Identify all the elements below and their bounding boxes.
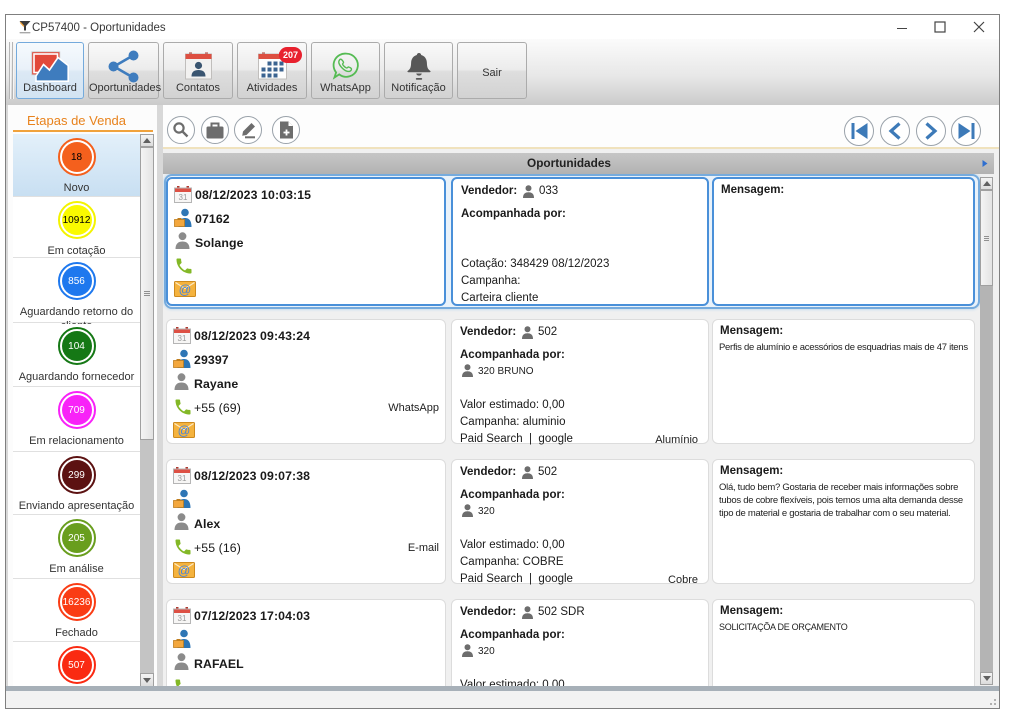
- svg-text:@: @: [178, 424, 191, 438]
- svg-text:@: @: [179, 283, 192, 297]
- svg-text:31: 31: [179, 193, 188, 202]
- svg-text:31: 31: [178, 474, 187, 483]
- svg-text:31: 31: [178, 334, 187, 343]
- svg-text:@: @: [178, 564, 191, 578]
- svg-text:31: 31: [178, 614, 187, 623]
